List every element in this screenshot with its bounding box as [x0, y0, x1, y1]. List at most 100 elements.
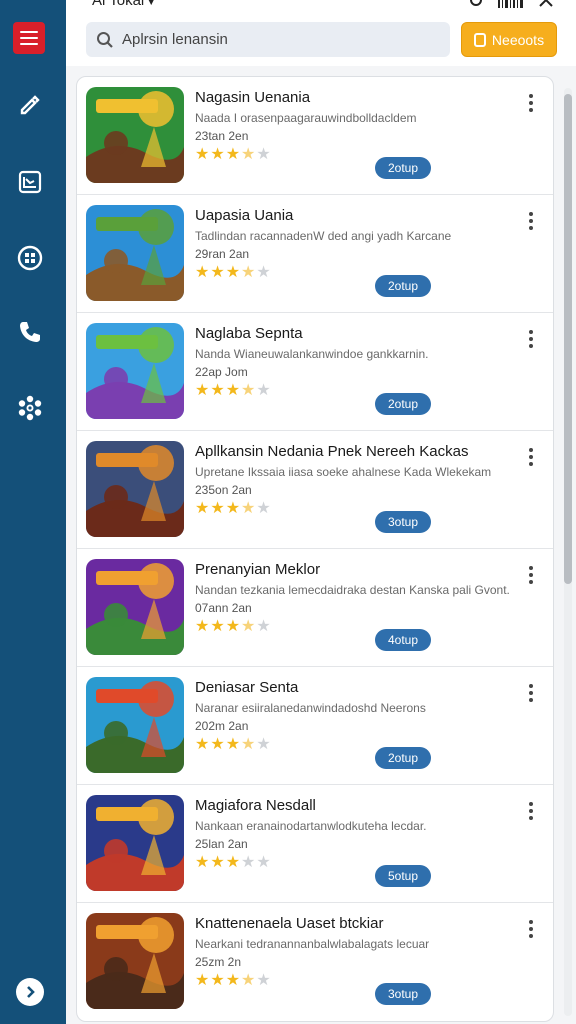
app-description: Nanda Wianeuwalankanwindoe gankkarnin.	[195, 347, 429, 361]
app-title[interactable]: Al Tokal ▼	[92, 0, 156, 9]
star-icon: ★	[241, 972, 256, 989]
more-options-icon[interactable]	[521, 209, 541, 233]
more-options-icon[interactable]	[521, 445, 541, 469]
app-description: Tadlindan racannadenW ded angi yadh Karc…	[195, 229, 452, 243]
app-title[interactable]: Uapasia Uania	[195, 207, 293, 224]
app-thumbnail[interactable]	[86, 205, 184, 301]
star-icon: ★	[195, 146, 210, 163]
star-icon: ★	[195, 972, 210, 989]
settings-icon[interactable]	[14, 392, 46, 424]
star-icon: ★	[241, 854, 256, 871]
list-item[interactable]: Magiafora Nesdall Nankaan eranainodartan…	[77, 785, 553, 903]
star-icon: ★	[210, 500, 225, 517]
refresh-icon[interactable]	[468, 0, 484, 8]
setup-button[interactable]: 2otup	[375, 393, 431, 415]
app-title[interactable]: Magiafora Nesdall	[195, 797, 316, 814]
app-title[interactable]: Nagasin Uenania	[195, 89, 310, 106]
star-icon: ★	[256, 382, 271, 399]
app-meta: 235on 2an	[195, 483, 252, 497]
rating-stars: ★ ★ ★ ★ ★	[195, 973, 271, 989]
setup-button[interactable]: 2otup	[375, 275, 431, 297]
app-thumbnail[interactable]	[86, 323, 184, 419]
more-options-icon[interactable]	[521, 917, 541, 941]
star-icon: ★	[241, 500, 256, 517]
star-icon: ★	[210, 264, 225, 281]
app-thumbnail[interactable]	[86, 795, 184, 891]
setup-button[interactable]: 5otup	[375, 865, 431, 887]
top-icons	[468, 0, 554, 8]
star-icon: ★	[195, 382, 210, 399]
star-icon: ★	[256, 618, 271, 635]
star-icon: ★	[210, 736, 225, 753]
phone-icon[interactable]	[14, 316, 46, 348]
app-thumbnail[interactable]	[86, 441, 184, 537]
app-thumbnail[interactable]	[86, 913, 184, 1009]
chevron-right-icon[interactable]	[16, 978, 44, 1006]
star-icon: ★	[225, 854, 241, 871]
star-icon: ★	[256, 500, 271, 517]
more-options-icon[interactable]	[521, 563, 541, 587]
grid-icon[interactable]	[14, 242, 46, 274]
star-icon: ★	[256, 854, 271, 871]
more-options-icon[interactable]	[521, 681, 541, 705]
search-input[interactable]	[122, 31, 422, 48]
star-icon: ★	[256, 736, 271, 753]
more-options-icon[interactable]	[521, 327, 541, 351]
list-item[interactable]: Apllkansin Nedania Pnek Nereeh Kackas Up…	[77, 431, 553, 549]
setup-button[interactable]: 3otup	[375, 511, 431, 533]
barcode-icon[interactable]	[498, 0, 524, 8]
app-title[interactable]: Prenanyian Meklor	[195, 561, 320, 578]
more-options-icon[interactable]	[521, 91, 541, 115]
app-meta: 29ran 2an	[195, 247, 250, 261]
setup-button[interactable]: 2otup	[375, 747, 431, 769]
app-title[interactable]: Knattenenaela Uaset btckiar	[195, 915, 383, 932]
list-item[interactable]: Knattenenaela Uaset btckiar Nearkani ted…	[77, 903, 553, 1021]
app-meta: 22ap Jom	[195, 365, 248, 379]
setup-button[interactable]: 4otup	[375, 629, 431, 651]
action-button[interactable]: Neeoots	[461, 22, 557, 57]
app-title[interactable]: Deniasar Senta	[195, 679, 298, 696]
scrollbar-thumb[interactable]	[564, 94, 572, 584]
star-icon: ★	[195, 618, 210, 635]
star-icon: ★	[195, 264, 210, 281]
app-meta: 23tan 2en	[195, 129, 249, 143]
document-icon	[473, 32, 486, 47]
star-icon: ★	[195, 500, 210, 517]
star-icon: ★	[225, 146, 241, 163]
list-item[interactable]: Naglaba Sepnta Nanda Wianeuwalankanwindo…	[77, 313, 553, 431]
app-description: Nankaan eranainodartanwlodkuteha lecdar.	[195, 819, 427, 833]
list-item[interactable]: Prenanyian Meklor Nandan tezkania lemecd…	[77, 549, 553, 667]
app-description: Nearkani tedranannanbalwlabalagats lecua…	[195, 937, 430, 951]
list-item[interactable]: Uapasia Uania Tadlindan racannadenW ded …	[77, 195, 553, 313]
star-icon: ★	[241, 382, 256, 399]
app-title[interactable]: Apllkansin Nedania Pnek Nereeh Kackas	[195, 443, 469, 460]
menu-icon[interactable]	[13, 22, 45, 54]
star-icon: ★	[225, 500, 241, 517]
star-icon: ★	[225, 264, 241, 281]
close-icon[interactable]	[538, 0, 554, 8]
more-options-icon[interactable]	[521, 799, 541, 823]
app-thumbnail[interactable]	[86, 559, 184, 655]
chart-icon[interactable]	[14, 166, 46, 198]
app-thumbnail[interactable]	[86, 677, 184, 773]
star-icon: ★	[225, 972, 241, 989]
star-icon: ★	[256, 972, 271, 989]
app-description: Nandan tezkania lemecdaidraka destan Kan…	[195, 583, 510, 597]
list-item[interactable]: Nagasin Uenania Naada I orasenpaagarauwi…	[77, 77, 553, 195]
list-item[interactable]: Deniasar Senta Naranar esiiralanedanwind…	[77, 667, 553, 785]
star-icon: ★	[241, 146, 256, 163]
app-title-text: Al Tokal	[92, 0, 145, 9]
star-icon: ★	[256, 264, 271, 281]
app-thumbnail[interactable]	[86, 87, 184, 183]
edit-icon[interactable]	[14, 88, 46, 120]
star-icon: ★	[210, 618, 225, 635]
side-rail	[0, 0, 66, 1024]
setup-button[interactable]: 3otup	[375, 983, 431, 1005]
search-icon	[97, 31, 113, 48]
app-title[interactable]: Naglaba Sepnta	[195, 325, 303, 342]
action-button-label: Neeoots	[491, 31, 545, 48]
app-description: Naranar esiiralanedanwindadoshd Neerons	[195, 701, 426, 715]
setup-button[interactable]: 2otup	[375, 157, 431, 179]
scrollbar[interactable]	[564, 88, 572, 1016]
star-icon: ★	[195, 736, 210, 753]
